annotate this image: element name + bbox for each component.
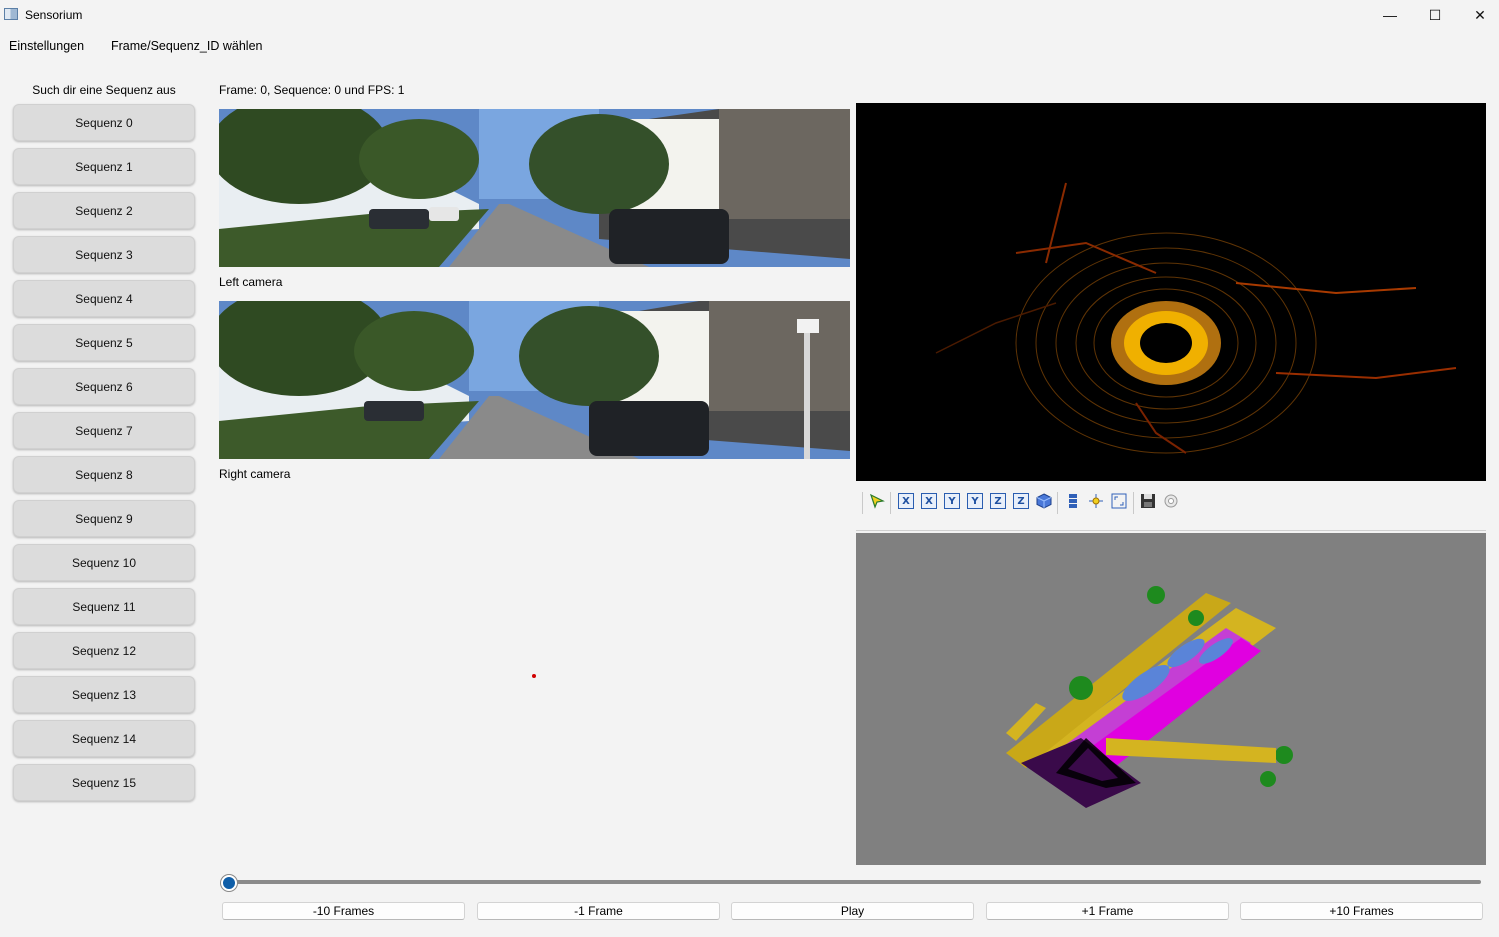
layers-icon[interactable]	[1065, 493, 1081, 509]
sequence-button[interactable]: Sequenz 13	[13, 676, 195, 713]
view-toolbar: X X Y Y Z Z	[856, 488, 1486, 516]
title-bar: Sensorium — ☐ ✕	[0, 0, 1499, 30]
play-button[interactable]: Play	[731, 902, 974, 920]
view-y-pos-icon[interactable]: Y	[944, 493, 960, 509]
toolbar-separator	[1057, 492, 1058, 514]
plus-10-frames-button[interactable]: +10 Frames	[1240, 902, 1483, 920]
pivot-icon[interactable]	[1088, 493, 1104, 509]
sequence-button[interactable]: Sequenz 10	[13, 544, 195, 581]
sequence-list: Sequenz 0 Sequenz 1 Sequenz 2 Sequenz 3 …	[13, 104, 195, 808]
sequence-button[interactable]: Sequenz 6	[13, 368, 195, 405]
menu-frame-sequenz[interactable]: Frame/Sequenz_ID wählen	[111, 39, 262, 53]
sequence-button[interactable]: Sequenz 12	[13, 632, 195, 669]
sequence-button[interactable]: Sequenz 15	[13, 764, 195, 801]
semantic-3d-view[interactable]	[856, 533, 1486, 865]
sequence-button[interactable]: Sequenz 4	[13, 280, 195, 317]
view-y-neg-icon[interactable]: Y	[967, 493, 983, 509]
toolbar-grip	[862, 492, 863, 514]
save-icon[interactable]	[1140, 493, 1156, 509]
minus-10-frames-button[interactable]: -10 Frames	[222, 902, 465, 920]
close-button[interactable]: ✕	[1457, 0, 1499, 30]
minimize-button[interactable]: —	[1367, 0, 1413, 30]
app-icon	[4, 8, 18, 20]
zoom-fit-icon[interactable]	[1111, 493, 1127, 509]
sequence-button[interactable]: Sequenz 2	[13, 192, 195, 229]
frame-slider-track[interactable]	[227, 880, 1481, 884]
sequence-button[interactable]: Sequenz 0	[13, 104, 195, 141]
pick-icon[interactable]	[869, 493, 885, 509]
window-title: Sensorium	[25, 8, 83, 22]
settings-icon[interactable]	[1163, 493, 1179, 509]
frame-slider-handle[interactable]	[221, 875, 237, 891]
view-x-pos-icon[interactable]: X	[898, 493, 914, 509]
view-x-neg-icon[interactable]: X	[921, 493, 937, 509]
frame-info: Frame: 0, Sequence: 0 und FPS: 1	[219, 83, 405, 97]
right-camera-image	[219, 301, 850, 459]
maximize-button[interactable]: ☐	[1412, 0, 1458, 30]
red-marker	[532, 674, 536, 678]
right-camera-label: Right camera	[219, 467, 291, 481]
sequence-list-title: Such dir eine Sequenz aus	[32, 83, 176, 97]
toolbar-separator	[1133, 492, 1134, 514]
sequence-button[interactable]: Sequenz 3	[13, 236, 195, 273]
left-camera-image	[219, 109, 850, 267]
plus-1-frame-button[interactable]: +1 Frame	[986, 902, 1229, 920]
sequence-button[interactable]: Sequenz 5	[13, 324, 195, 361]
toolbar-divider	[856, 530, 1486, 531]
menu-einstellungen[interactable]: Einstellungen	[9, 39, 84, 53]
view-z-pos-icon[interactable]: Z	[990, 493, 1006, 509]
left-camera-label: Left camera	[219, 275, 283, 289]
sequence-button[interactable]: Sequenz 1	[13, 148, 195, 185]
view-z-neg-icon[interactable]: Z	[1013, 493, 1029, 509]
sequence-button[interactable]: Sequenz 9	[13, 500, 195, 537]
toolbar-separator	[890, 492, 891, 514]
iso-view-icon[interactable]	[1036, 493, 1052, 509]
sequence-button[interactable]: Sequenz 11	[13, 588, 195, 625]
minus-1-frame-button[interactable]: -1 Frame	[477, 902, 720, 920]
sequence-button[interactable]: Sequenz 7	[13, 412, 195, 449]
sequence-button[interactable]: Sequenz 14	[13, 720, 195, 757]
lidar-view[interactable]	[856, 103, 1486, 481]
sequence-button[interactable]: Sequenz 8	[13, 456, 195, 493]
